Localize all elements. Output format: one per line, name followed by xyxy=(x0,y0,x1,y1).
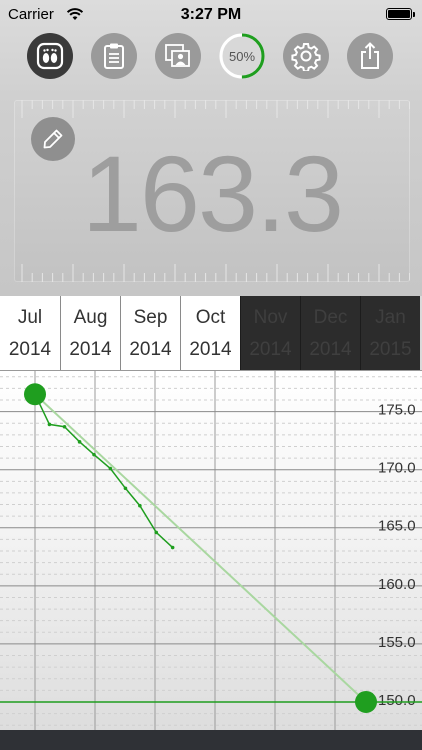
month-label: Sep xyxy=(133,307,168,328)
month-label: Nov xyxy=(253,307,288,328)
photos-icon xyxy=(165,44,190,67)
bottom-bar xyxy=(0,730,422,750)
year-label: 2014 xyxy=(309,339,352,360)
weight-data-point xyxy=(92,452,96,457)
weight-data-point xyxy=(77,440,82,444)
month-jul-2014[interactable]: Jul 2014 xyxy=(0,296,60,370)
y-tick-label: 165.0 xyxy=(378,518,416,535)
month-jan-2015[interactable]: Jan 2015 xyxy=(360,296,420,370)
weight-chart-plot: 175.0 170.0 165.0 160.0 155.0 150.0 xyxy=(0,371,422,731)
y-tick-label: 170.0 xyxy=(378,460,416,477)
progress-ring xyxy=(219,33,265,79)
y-tick-label: 175.0 xyxy=(378,402,416,419)
weight-data-point xyxy=(154,530,159,535)
share-button[interactable] xyxy=(347,33,393,79)
weight-data-point xyxy=(108,466,113,471)
month-selector: Jul 2014 Aug 2014 Sep 2014 Oct 2014 Nov 2014 Dec 20… xyxy=(0,296,422,370)
year-label: 2014 xyxy=(69,339,112,360)
year-label: 2014 xyxy=(189,339,232,360)
start-weight-marker xyxy=(24,383,46,406)
y-tick-label: 150.0 xyxy=(378,692,416,709)
battery-icon xyxy=(386,8,415,20)
month-label: Jul xyxy=(17,307,43,328)
weight-data-point xyxy=(62,424,67,429)
scale-button[interactable] xyxy=(27,33,73,79)
status-time: 3:27 PM xyxy=(180,6,242,23)
photos-button[interactable] xyxy=(155,33,201,79)
month-oct-2014[interactable]: Oct 2014 xyxy=(180,296,240,370)
share-icon xyxy=(361,42,379,69)
goal-progress-button[interactable]: 50% xyxy=(219,33,265,79)
year-label: 2015 xyxy=(369,339,412,360)
weight-data-point xyxy=(170,545,175,550)
clipboard-icon xyxy=(104,43,124,69)
log-button[interactable] xyxy=(91,33,137,79)
y-tick-label: 160.0 xyxy=(378,576,416,593)
weight-data-point xyxy=(138,503,142,508)
toolbar: 50% xyxy=(0,33,422,81)
weight-data-point xyxy=(123,486,128,491)
weight-chart: 175.0 170.0 165.0 160.0 155.0 150.0 xyxy=(0,370,422,731)
settings-button[interactable] xyxy=(283,33,329,79)
footprints-icon xyxy=(36,42,64,70)
top-panel: Carrier 3:27 PM 50% 163.3 xyxy=(0,0,422,296)
month-label: Dec xyxy=(313,307,348,328)
month-label: Jan xyxy=(375,307,406,328)
goal-weight-marker xyxy=(355,690,377,713)
month-label: Oct xyxy=(195,307,226,328)
gear-icon xyxy=(291,43,321,71)
month-dec-2014[interactable]: Dec 2014 xyxy=(300,296,360,370)
year-label: 2014 xyxy=(249,339,292,360)
month-sep-2014[interactable]: Sep 2014 xyxy=(120,296,180,370)
year-label: 2014 xyxy=(129,339,172,360)
y-tick-label: 155.0 xyxy=(378,634,416,651)
status-bar: Carrier 3:27 PM xyxy=(0,0,422,30)
month-nov-2014[interactable]: Nov 2014 xyxy=(240,296,300,370)
month-label: Aug xyxy=(73,307,108,328)
weight-data-point xyxy=(47,422,52,427)
current-weight: 163.3 xyxy=(81,133,344,254)
month-aug-2014[interactable]: Aug 2014 xyxy=(60,296,120,370)
weight-series-line xyxy=(34,393,174,549)
year-label: 2014 xyxy=(8,339,52,360)
